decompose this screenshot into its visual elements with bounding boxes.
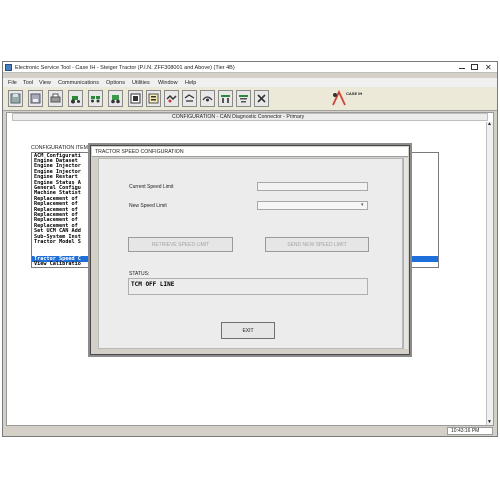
menu-tool[interactable]: Tool (23, 80, 33, 86)
new-speed-select[interactable] (257, 201, 368, 210)
menu-view[interactable]: View (39, 80, 51, 86)
wrench-icon[interactable] (254, 90, 269, 107)
gauge-icon[interactable] (182, 90, 197, 107)
maximize-icon[interactable] (471, 64, 478, 70)
title-bar: Electronic Service Tool - Case IH - Stei… (3, 62, 497, 73)
save-icon[interactable] (8, 90, 23, 107)
scrollbar[interactable] (486, 122, 493, 425)
status-label: STATUS: (129, 271, 150, 277)
send-speed-button[interactable]: SEND NEW SPEED LIMIT (265, 237, 369, 252)
config-icon[interactable] (218, 90, 233, 107)
disk-icon[interactable] (28, 90, 43, 107)
menu-window[interactable]: Window (158, 80, 178, 86)
wrench-arrow-icon[interactable] (146, 90, 161, 107)
app-icon (5, 64, 12, 71)
print-icon[interactable] (48, 90, 63, 107)
scroll-down-icon[interactable]: ▼ (487, 419, 492, 425)
tractor-alt-icon[interactable] (108, 90, 123, 107)
list-item[interactable]: Tractor Model S (34, 239, 81, 245)
config-list-header: CONFIGURATION ITEM SE (31, 145, 97, 151)
current-speed-field (257, 182, 368, 191)
menu-help[interactable]: Help (185, 80, 196, 86)
menu-options[interactable]: Options (106, 80, 125, 86)
chevron-down-icon[interactable]: ▾ (361, 202, 364, 208)
menu-file[interactable]: File (8, 80, 17, 86)
new-speed-label: New Speed Limit (129, 203, 167, 209)
dialog-scrollbar[interactable] (403, 158, 408, 349)
minimize-icon[interactable] (458, 66, 466, 69)
status-value: TCM OFF LINE (131, 281, 175, 288)
menu-communications[interactable]: Communications (58, 80, 99, 86)
menu-bar: File Tool View Communications Options Ut… (3, 78, 497, 87)
retrieve-speed-button[interactable]: RETRIEVE SPEED LIMIT (128, 237, 233, 252)
close-icon[interactable]: ✕ (485, 63, 492, 72)
tractor-icon[interactable] (68, 90, 83, 107)
configuration-header: CONFIGURATION - CAN Diagnostic Connector… (172, 114, 305, 120)
status-bar (3, 427, 497, 436)
tractor-group-icon[interactable] (88, 90, 103, 107)
flash-icon[interactable] (128, 90, 143, 107)
exit-button[interactable]: EXIT (221, 322, 275, 339)
dialog-title: TRACTOR SPEED CONFIGURATION (95, 148, 184, 155)
scroll-up-icon[interactable]: ▲ (487, 121, 492, 127)
status-time: 10:43:16 PM (451, 428, 480, 434)
diagnostic-icon[interactable] (200, 90, 215, 107)
signal-icon[interactable] (164, 90, 179, 107)
window-title: Electronic Service Tool - Case IH - Stei… (15, 64, 235, 71)
tools-icon[interactable] (236, 90, 251, 107)
menu-utilities[interactable]: Utilities (132, 80, 150, 86)
current-speed-label: Current Speed Limit (129, 184, 174, 190)
list-item[interactable]: View Calibratio (34, 262, 81, 267)
logo-text: CASE IH (346, 91, 363, 96)
